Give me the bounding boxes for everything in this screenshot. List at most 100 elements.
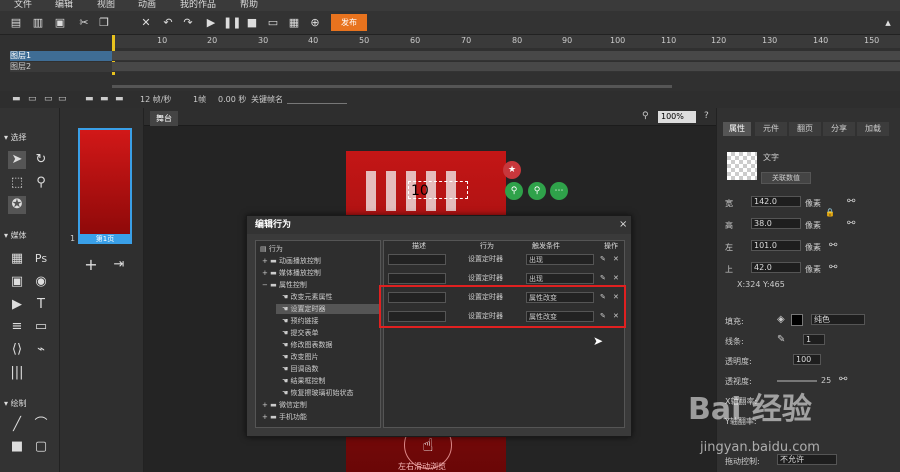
undo-icon[interactable]: ↶ xyxy=(160,15,176,31)
pointer-tool-icon[interactable]: ➤ xyxy=(8,151,26,169)
tree-leaf-image[interactable]: ☚ 改变图片 xyxy=(282,352,319,362)
menu-animation[interactable]: 动画 xyxy=(138,0,156,11)
blur-slider[interactable] xyxy=(777,380,817,382)
folder-icon[interactable]: ▭ xyxy=(28,94,37,104)
transform-tool-icon[interactable]: ⬚ xyxy=(8,174,26,192)
tree-leaf-link[interactable]: ☚ 预约链接 xyxy=(282,316,319,326)
tree-node-animation[interactable]: + ▬ 动画播放控制 xyxy=(262,256,321,266)
tree-leaf-chart[interactable]: ☚ 修改图表数据 xyxy=(282,340,333,350)
menu-view[interactable]: 视图 xyxy=(97,0,115,11)
preview-icon[interactable]: ▭ xyxy=(265,15,281,31)
tree-node-media[interactable]: + ▬ 媒体播放控制 xyxy=(262,268,321,278)
menu-edit[interactable]: 编辑 xyxy=(55,0,73,11)
tree-leaf-submit[interactable]: ☚ 提交表单 xyxy=(282,328,319,338)
rotate-tool-icon[interactable]: ↻ xyxy=(32,151,50,169)
height-input[interactable]: 38.0 xyxy=(751,218,801,229)
curve-tool-icon[interactable]: ⌒ xyxy=(32,416,50,434)
line-tool-icon[interactable]: ╱ xyxy=(8,416,26,434)
stop-icon[interactable]: ■ xyxy=(244,15,260,31)
behavior-badge-icon[interactable]: ★ xyxy=(503,161,521,179)
add-layer-icon[interactable]: ▬ xyxy=(12,94,21,104)
pen-icon[interactable]: ✎ xyxy=(777,334,785,345)
rect-tool-icon[interactable]: ■ xyxy=(8,438,26,456)
rounded-rect-tool-icon[interactable]: ▢ xyxy=(32,438,50,456)
width-input[interactable]: 142.0 xyxy=(751,196,801,207)
menu-file[interactable]: 文件 xyxy=(14,0,32,11)
pause-icon[interactable]: ❚❚ xyxy=(223,15,241,31)
photoshop-tool-icon[interactable]: Ps xyxy=(32,250,50,268)
tree-leaf-set-timer[interactable]: ☚ 设置定时器 xyxy=(276,304,380,314)
video-tool-icon[interactable]: ▶ xyxy=(8,296,26,314)
edit-icon[interactable]: ✎ xyxy=(600,254,606,265)
copy-icon[interactable]: ❐ xyxy=(96,15,112,31)
tree-leaf-change-property[interactable]: ☚ 改变元素属性 xyxy=(282,292,333,302)
menu-my-works[interactable]: 我的作品 xyxy=(180,0,216,11)
trigger-select[interactable]: 出现 xyxy=(526,273,594,284)
layer-track[interactable] xyxy=(112,51,900,61)
tree-leaf-callback[interactable]: ☚ 回调函数 xyxy=(282,364,319,374)
qrcode-icon[interactable]: ▦ xyxy=(286,15,302,31)
slide-tool-icon[interactable]: ▭ xyxy=(32,318,50,336)
cut-icon[interactable]: ✂ xyxy=(76,15,92,31)
insert-page-icon[interactable]: ⇥ xyxy=(110,256,128,274)
tree-node-wechat[interactable]: + ▬ 微信定制 xyxy=(262,400,307,410)
desc-input[interactable] xyxy=(388,273,446,284)
layer-1[interactable]: 图层1 xyxy=(10,51,112,61)
opacity-select[interactable]: 100 xyxy=(793,354,821,365)
delete-icon[interactable]: ✕ xyxy=(138,15,154,31)
tab-paging[interactable]: 翻页 xyxy=(789,122,821,136)
copy-layer-icon[interactable]: ▭ xyxy=(44,94,53,104)
add-page-icon[interactable]: + xyxy=(82,256,100,274)
publish-button[interactable]: 发布 xyxy=(331,14,367,31)
delete-icon[interactable]: ✕ xyxy=(613,273,619,284)
fill-color-swatch[interactable] xyxy=(791,314,803,326)
keyframe-name-field[interactable] xyxy=(287,103,347,104)
lock-icon[interactable]: 🔒 xyxy=(825,208,835,217)
desc-input[interactable] xyxy=(388,254,446,265)
selected-text-element[interactable]: 10 xyxy=(408,181,468,199)
tab-stage[interactable]: 舞台 xyxy=(150,111,178,126)
tab-load[interactable]: 加载 xyxy=(857,122,889,136)
drag-select[interactable]: 不允许 xyxy=(777,454,837,465)
tab-properties[interactable]: 属性 xyxy=(723,122,751,136)
dialog-close-button[interactable]: × xyxy=(619,219,627,230)
layer-2[interactable]: 图层2 xyxy=(10,62,112,72)
top-input[interactable]: 42.0 xyxy=(751,262,801,273)
link-icon[interactable]: ⚯ xyxy=(847,218,855,229)
link-action-icon[interactable]: ⚲ xyxy=(528,182,546,200)
edit-icon[interactable]: ✎ xyxy=(600,273,606,284)
help-icon[interactable]: ? xyxy=(704,111,709,121)
chart-tool-icon[interactable]: ⌁ xyxy=(32,341,50,359)
search-icon[interactable]: ⚲ xyxy=(642,111,649,121)
stage-tool-icon[interactable]: ✪ xyxy=(8,196,26,214)
layer-track[interactable] xyxy=(112,62,900,72)
barcode-tool-icon[interactable]: ||| xyxy=(8,364,26,382)
frame-tool-icon[interactable]: ▬ xyxy=(85,94,94,104)
tab-components[interactable]: 元件 xyxy=(755,122,787,136)
link-action-icon[interactable]: ⚲ xyxy=(505,182,523,200)
page-thumbnail[interactable] xyxy=(78,128,132,244)
menu-help[interactable]: 帮助 xyxy=(240,0,258,11)
tab-share[interactable]: 分享 xyxy=(823,122,855,136)
timeline-scrollbar[interactable] xyxy=(112,85,672,88)
code-tool-icon[interactable]: ⟨⟩ xyxy=(8,341,26,359)
link-icon[interactable]: ⚯ xyxy=(829,240,837,251)
more-icon[interactable]: ⋯ xyxy=(550,182,568,200)
delete-icon[interactable]: ✕ xyxy=(613,254,619,265)
text-tool-icon[interactable]: T xyxy=(32,296,50,314)
open-file-icon[interactable]: ▥ xyxy=(30,15,46,31)
save-icon[interactable]: ▣ xyxy=(52,15,68,31)
delete-layer-icon[interactable]: ▭ xyxy=(58,94,67,104)
redo-icon[interactable]: ↷ xyxy=(180,15,196,31)
fill-type-select[interactable]: 纯色 xyxy=(811,314,865,325)
link-icon[interactable]: ⚯ xyxy=(829,262,837,273)
tree-node-property[interactable]: − ▬ 属性控制 xyxy=(262,280,307,290)
link-value-button[interactable]: 关联数值 xyxy=(761,172,811,184)
paint-bucket-icon[interactable]: ◈ xyxy=(777,314,785,325)
new-file-icon[interactable]: ▤ xyxy=(8,15,24,31)
scroll-up-icon[interactable]: ▴ xyxy=(880,15,896,31)
frame-tool-icon[interactable]: ▬ xyxy=(100,94,109,104)
left-input[interactable]: 101.0 xyxy=(751,240,801,251)
list-tool-icon[interactable]: ≡ xyxy=(8,318,26,336)
tree-leaf-result[interactable]: ☚ 结果框控制 xyxy=(282,376,326,386)
